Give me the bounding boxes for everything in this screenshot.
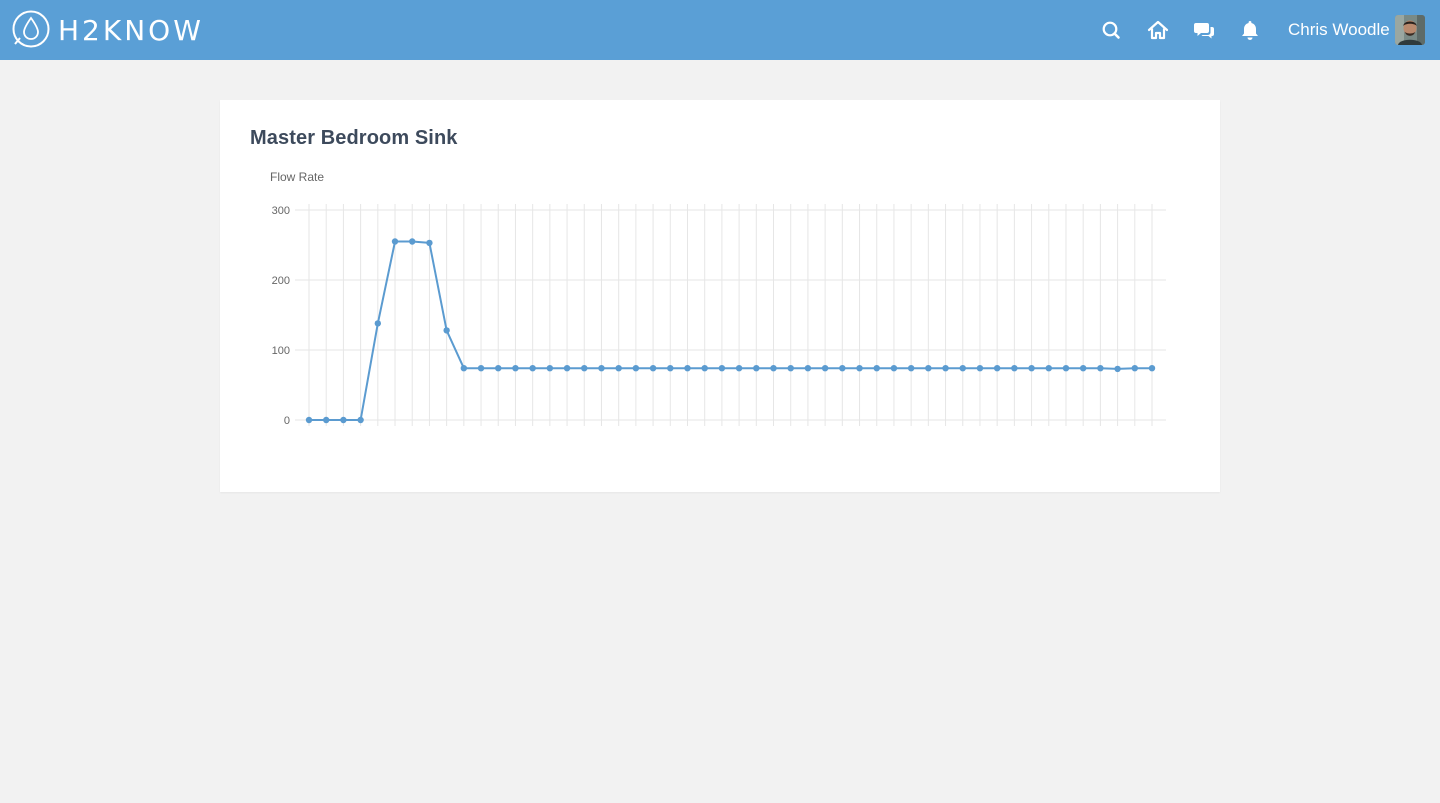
device-card: Master Bedroom Sink Flow Rate 0 100 200 300 bbox=[220, 100, 1220, 492]
y-tick-label: 300 bbox=[272, 205, 290, 217]
y-tick-label: 100 bbox=[272, 345, 290, 357]
bell-icon[interactable] bbox=[1238, 18, 1262, 42]
data-point bbox=[495, 365, 502, 372]
data-point bbox=[374, 320, 382, 327]
user-name[interactable]: Chris Woodle bbox=[1288, 19, 1390, 41]
data-point bbox=[907, 365, 915, 372]
top-bar: H2KNOW Chris Woodle bbox=[0, 0, 1440, 60]
data-point bbox=[409, 238, 416, 245]
data-point bbox=[821, 365, 829, 372]
data-point bbox=[1011, 365, 1018, 372]
data-point bbox=[770, 365, 777, 372]
data-point bbox=[1045, 365, 1052, 372]
home-icon[interactable] bbox=[1146, 18, 1170, 42]
flow-rate-chart: 0 100 200 300 bbox=[272, 204, 1166, 427]
data-point bbox=[460, 365, 468, 372]
data-point bbox=[684, 365, 691, 372]
data-point bbox=[959, 365, 966, 372]
data-point bbox=[735, 365, 743, 372]
data-point bbox=[529, 365, 536, 372]
data-point bbox=[340, 416, 347, 424]
data-point bbox=[615, 365, 622, 372]
data-point bbox=[477, 365, 485, 372]
data-point bbox=[305, 416, 313, 424]
data-point bbox=[1131, 365, 1138, 372]
data-point bbox=[942, 365, 949, 372]
data-point bbox=[873, 365, 880, 372]
data-point bbox=[598, 365, 605, 372]
data-point bbox=[1079, 365, 1087, 372]
data-point bbox=[546, 365, 554, 372]
series-line bbox=[309, 240, 1152, 421]
data-point bbox=[426, 239, 433, 247]
y-tick-label: 0 bbox=[284, 415, 290, 427]
avatar[interactable] bbox=[1395, 15, 1425, 45]
data-point bbox=[701, 365, 708, 372]
y-tick-label: 200 bbox=[272, 275, 290, 287]
data-point bbox=[357, 416, 364, 424]
data-point bbox=[839, 365, 846, 372]
data-point bbox=[632, 365, 640, 372]
data-point bbox=[512, 365, 519, 372]
data-point bbox=[753, 365, 760, 372]
data-point bbox=[667, 365, 674, 372]
data-point bbox=[1097, 365, 1104, 372]
data-point bbox=[1028, 365, 1035, 372]
data-point bbox=[787, 365, 794, 372]
data-point bbox=[1114, 365, 1121, 373]
data-point bbox=[443, 327, 450, 334]
data-point bbox=[581, 365, 588, 372]
data-point bbox=[391, 238, 399, 245]
data-point bbox=[993, 365, 1001, 372]
data-point bbox=[976, 365, 984, 372]
data-point bbox=[856, 365, 863, 372]
h2know-logo[interactable]: H2KNOW bbox=[10, 10, 200, 50]
search-icon[interactable] bbox=[1099, 18, 1123, 42]
chat-icon[interactable] bbox=[1192, 18, 1216, 42]
data-point bbox=[649, 365, 657, 372]
data-point bbox=[323, 416, 330, 424]
data-point bbox=[1062, 365, 1070, 372]
data-point bbox=[1148, 365, 1156, 372]
brand-text: H2KNOW bbox=[58, 14, 200, 47]
data-point bbox=[718, 365, 726, 372]
data-point bbox=[890, 365, 898, 372]
data-point bbox=[804, 365, 812, 372]
data-point bbox=[563, 365, 571, 372]
data-point bbox=[925, 365, 932, 372]
